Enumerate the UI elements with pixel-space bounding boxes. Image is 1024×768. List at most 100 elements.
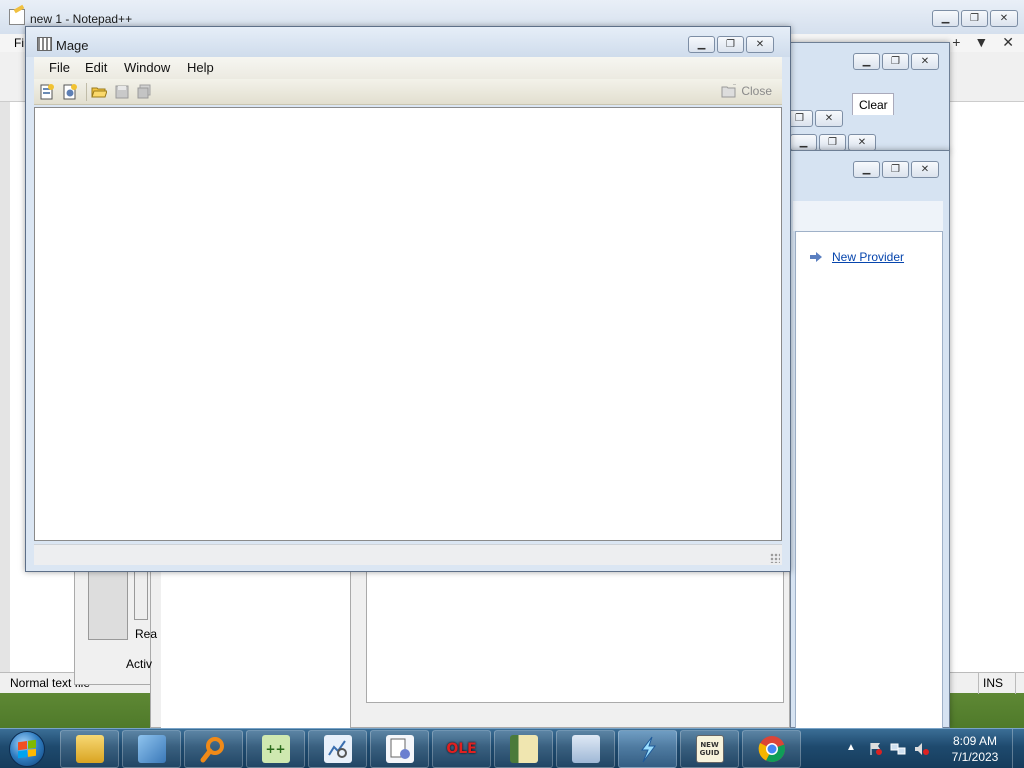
show-hidden-icons-icon[interactable]: ▲ bbox=[846, 742, 856, 753]
provider-mid-controls: ❐ ✕ bbox=[786, 110, 843, 127]
new-manifest-icon bbox=[40, 84, 54, 100]
resize-grip-icon[interactable] bbox=[770, 553, 780, 563]
minimize-icon: ▁ bbox=[697, 39, 706, 50]
background-dialog-main bbox=[150, 560, 790, 729]
provider-mid-close-button[interactable]: ✕ bbox=[815, 110, 843, 127]
mage-maximize-button[interactable]: ❐ bbox=[717, 36, 744, 53]
background-detail-pane bbox=[366, 571, 784, 703]
mage-menubar: File Edit Window Help bbox=[34, 57, 782, 79]
save-all-button[interactable] bbox=[135, 83, 153, 101]
start-button[interactable] bbox=[4, 729, 50, 768]
system-tray: ▲ 8:09 AM 7/1/2023 bbox=[840, 729, 1024, 768]
provider-mid2-maximize-button[interactable]: ❐ bbox=[819, 134, 846, 151]
taskbar-ole-viewer-button[interactable]: OLE bbox=[432, 730, 491, 768]
maximize-icon: ❐ bbox=[891, 56, 900, 67]
menu-window[interactable]: Window bbox=[124, 60, 170, 75]
mage-close-button[interactable]: ✕ bbox=[746, 36, 774, 53]
taskbar-explorer-button[interactable] bbox=[60, 730, 119, 768]
background-partial-label-rea: Rea bbox=[135, 627, 158, 641]
maximize-icon: ❐ bbox=[795, 113, 804, 124]
background-list-pane bbox=[161, 561, 351, 729]
show-desktop-button[interactable] bbox=[1012, 729, 1024, 768]
notepad-gutter bbox=[0, 102, 10, 672]
mage-app-icon bbox=[37, 37, 52, 51]
provider-content-pane: New Provider bbox=[795, 231, 943, 729]
maximize-icon: ❐ bbox=[891, 164, 900, 175]
mage-minimize-button[interactable]: ▁ bbox=[688, 36, 715, 53]
provider-toolbar-panel bbox=[793, 201, 943, 231]
taskbar-clock[interactable]: 8:09 AM 7/1/2023 bbox=[940, 733, 1010, 765]
taskbar-search-button[interactable] bbox=[184, 730, 243, 768]
new-tab-button[interactable]: + bbox=[952, 34, 960, 51]
notepad-close-button[interactable]: ✕ bbox=[990, 10, 1018, 27]
new-deployment-manifest-button[interactable] bbox=[61, 83, 79, 101]
control-panel-icon bbox=[137, 735, 166, 763]
new-provider-link[interactable]: New Provider bbox=[832, 250, 904, 264]
document-gear-icon bbox=[385, 735, 414, 763]
windows-logo-icon bbox=[9, 731, 45, 767]
save-button[interactable] bbox=[113, 83, 131, 101]
mage-titlebar[interactable]: Mage ▁ ❐ ✕ bbox=[26, 27, 790, 57]
provider-mid2-minimize-button[interactable]: ▁ bbox=[790, 134, 817, 151]
close-icon: ✕ bbox=[920, 56, 930, 67]
minimize-icon: ▁ bbox=[862, 56, 871, 67]
maximize-icon: ❐ bbox=[726, 39, 735, 50]
taskbar-properties-button[interactable] bbox=[370, 730, 429, 768]
notepad-maximize-button[interactable]: ❐ bbox=[961, 10, 988, 27]
provider-maximize-button[interactable]: ❐ bbox=[882, 161, 909, 178]
provider-back-close-button[interactable]: ✕ bbox=[911, 53, 939, 70]
save-icon bbox=[115, 85, 129, 99]
speaker-muted-icon[interactable] bbox=[914, 742, 930, 756]
clear-tab-label: Clear bbox=[859, 98, 888, 112]
menu-help[interactable]: Help bbox=[187, 60, 214, 75]
folder-icon bbox=[75, 735, 104, 763]
taskbar-notepadpp-button[interactable]: ++ bbox=[246, 730, 305, 768]
taskbar-perfmon-button[interactable] bbox=[308, 730, 367, 768]
close-folder-icon bbox=[721, 84, 737, 98]
clock-time: 8:09 AM bbox=[952, 734, 998, 748]
new-deployment-icon bbox=[63, 84, 77, 100]
chart-magnifier-icon bbox=[323, 735, 352, 763]
provider-back-maximize-button[interactable]: ❐ bbox=[882, 53, 909, 70]
action-center-flag-icon[interactable] bbox=[868, 742, 884, 756]
close-tab-button[interactable]: ✕ bbox=[1002, 34, 1014, 51]
taskbar-registry-button[interactable] bbox=[494, 730, 553, 768]
clear-tab[interactable]: Clear bbox=[852, 93, 894, 115]
provider-mid2-controls: ▁ ❐ ✕ bbox=[790, 134, 876, 151]
notepad-minimize-button[interactable]: ▁ bbox=[932, 10, 959, 27]
taskbar-remote-button[interactable] bbox=[556, 730, 615, 768]
taskbar-chrome-button[interactable] bbox=[742, 730, 801, 768]
clipboard-guid-icon: NEW GUID bbox=[695, 735, 724, 763]
close-icon: ✕ bbox=[824, 113, 834, 124]
toolbar-close-button[interactable]: Close bbox=[721, 84, 772, 98]
taskbar-mage-button[interactable] bbox=[618, 730, 677, 768]
close-icon: ✕ bbox=[755, 39, 765, 50]
background-scroll-area bbox=[88, 568, 128, 640]
menu-file[interactable]: File bbox=[49, 60, 70, 75]
notepad-app-icon bbox=[9, 9, 25, 25]
notepad-menu-file[interactable]: Fi bbox=[14, 36, 24, 50]
maximize-icon: ❐ bbox=[828, 137, 837, 148]
notepad-title: new 1 - Notepad++ bbox=[30, 12, 133, 26]
provider-minimize-button[interactable]: ▁ bbox=[853, 161, 880, 178]
chrome-icon bbox=[758, 735, 786, 763]
close-icon: ✕ bbox=[999, 13, 1009, 24]
taskbar-guid-button[interactable]: NEW GUID bbox=[680, 730, 739, 768]
provider-close-button[interactable]: ✕ bbox=[911, 161, 939, 178]
taskbar-control-panel-button[interactable] bbox=[122, 730, 181, 768]
minimize-icon: ▁ bbox=[941, 13, 950, 24]
provider-mid2-close-button[interactable]: ✕ bbox=[848, 134, 876, 151]
tab-list-button[interactable]: ▼ bbox=[974, 34, 988, 51]
maximize-icon: ❐ bbox=[970, 13, 979, 24]
new-application-manifest-button[interactable] bbox=[38, 83, 56, 101]
provider-back-minimize-button[interactable]: ▁ bbox=[853, 53, 880, 70]
provider-window-front: ▁ ❐ ✕ New Provider bbox=[790, 150, 950, 729]
background-scrollbar[interactable] bbox=[134, 568, 148, 620]
mage-title: Mage bbox=[56, 38, 89, 53]
menu-edit[interactable]: Edit bbox=[85, 60, 107, 75]
save-all-icon bbox=[137, 84, 151, 99]
mage-mdi-client-area[interactable] bbox=[34, 107, 782, 541]
open-button[interactable] bbox=[90, 83, 108, 101]
clock-date: 7/1/2023 bbox=[951, 750, 999, 764]
network-icon[interactable] bbox=[890, 742, 906, 756]
